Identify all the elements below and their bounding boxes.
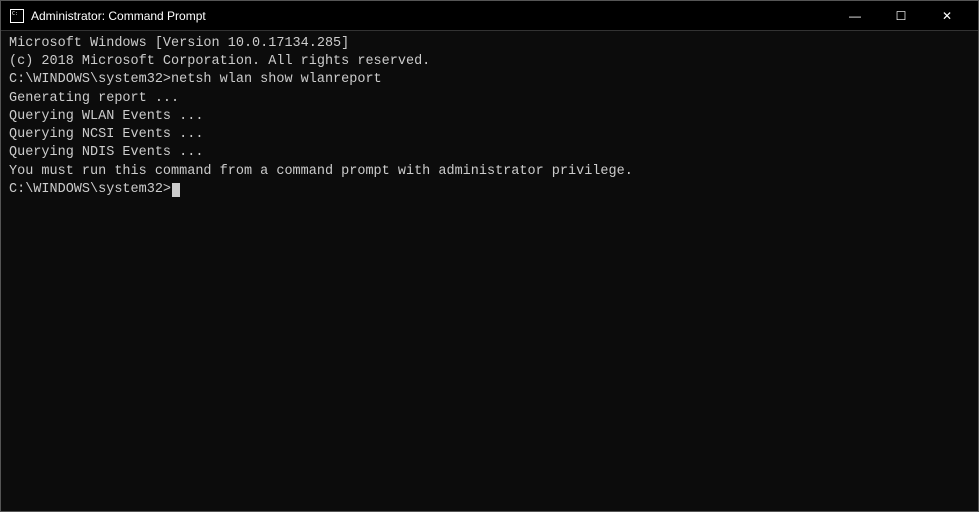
console-line-4: C:\WINDOWS\system32>netsh wlan show wlan…	[9, 71, 970, 89]
minimize-button[interactable]: —	[832, 1, 878, 31]
console-prompt: C:\WINDOWS\system32>	[9, 181, 171, 199]
console-line-6: Querying WLAN Events ...	[9, 108, 970, 126]
console-line-7: Querying NCSI Events ...	[9, 126, 970, 144]
title-bar: Administrator: Command Prompt — ☐ ✕	[1, 1, 978, 31]
title-bar-controls: — ☐ ✕	[832, 1, 970, 31]
title-bar-left: Administrator: Command Prompt	[9, 8, 206, 24]
console-body[interactable]: Microsoft Windows [Version 10.0.17134.28…	[1, 31, 978, 511]
console-line-2: (c) 2018 Microsoft Corporation. All righ…	[9, 53, 970, 71]
cmd-icon	[9, 8, 25, 24]
window-title: Administrator: Command Prompt	[31, 9, 206, 23]
console-prompt-line: C:\WINDOWS\system32>	[9, 181, 970, 199]
console-line-1: Microsoft Windows [Version 10.0.17134.28…	[9, 35, 970, 53]
close-button[interactable]: ✕	[924, 1, 970, 31]
maximize-button[interactable]: ☐	[878, 1, 924, 31]
cursor-block	[172, 183, 180, 197]
cmd-window: Administrator: Command Prompt — ☐ ✕ Micr…	[0, 0, 979, 512]
console-line-5: Generating report ...	[9, 90, 970, 108]
console-line-9: You must run this command from a command…	[9, 163, 970, 181]
console-line-8: Querying NDIS Events ...	[9, 144, 970, 162]
